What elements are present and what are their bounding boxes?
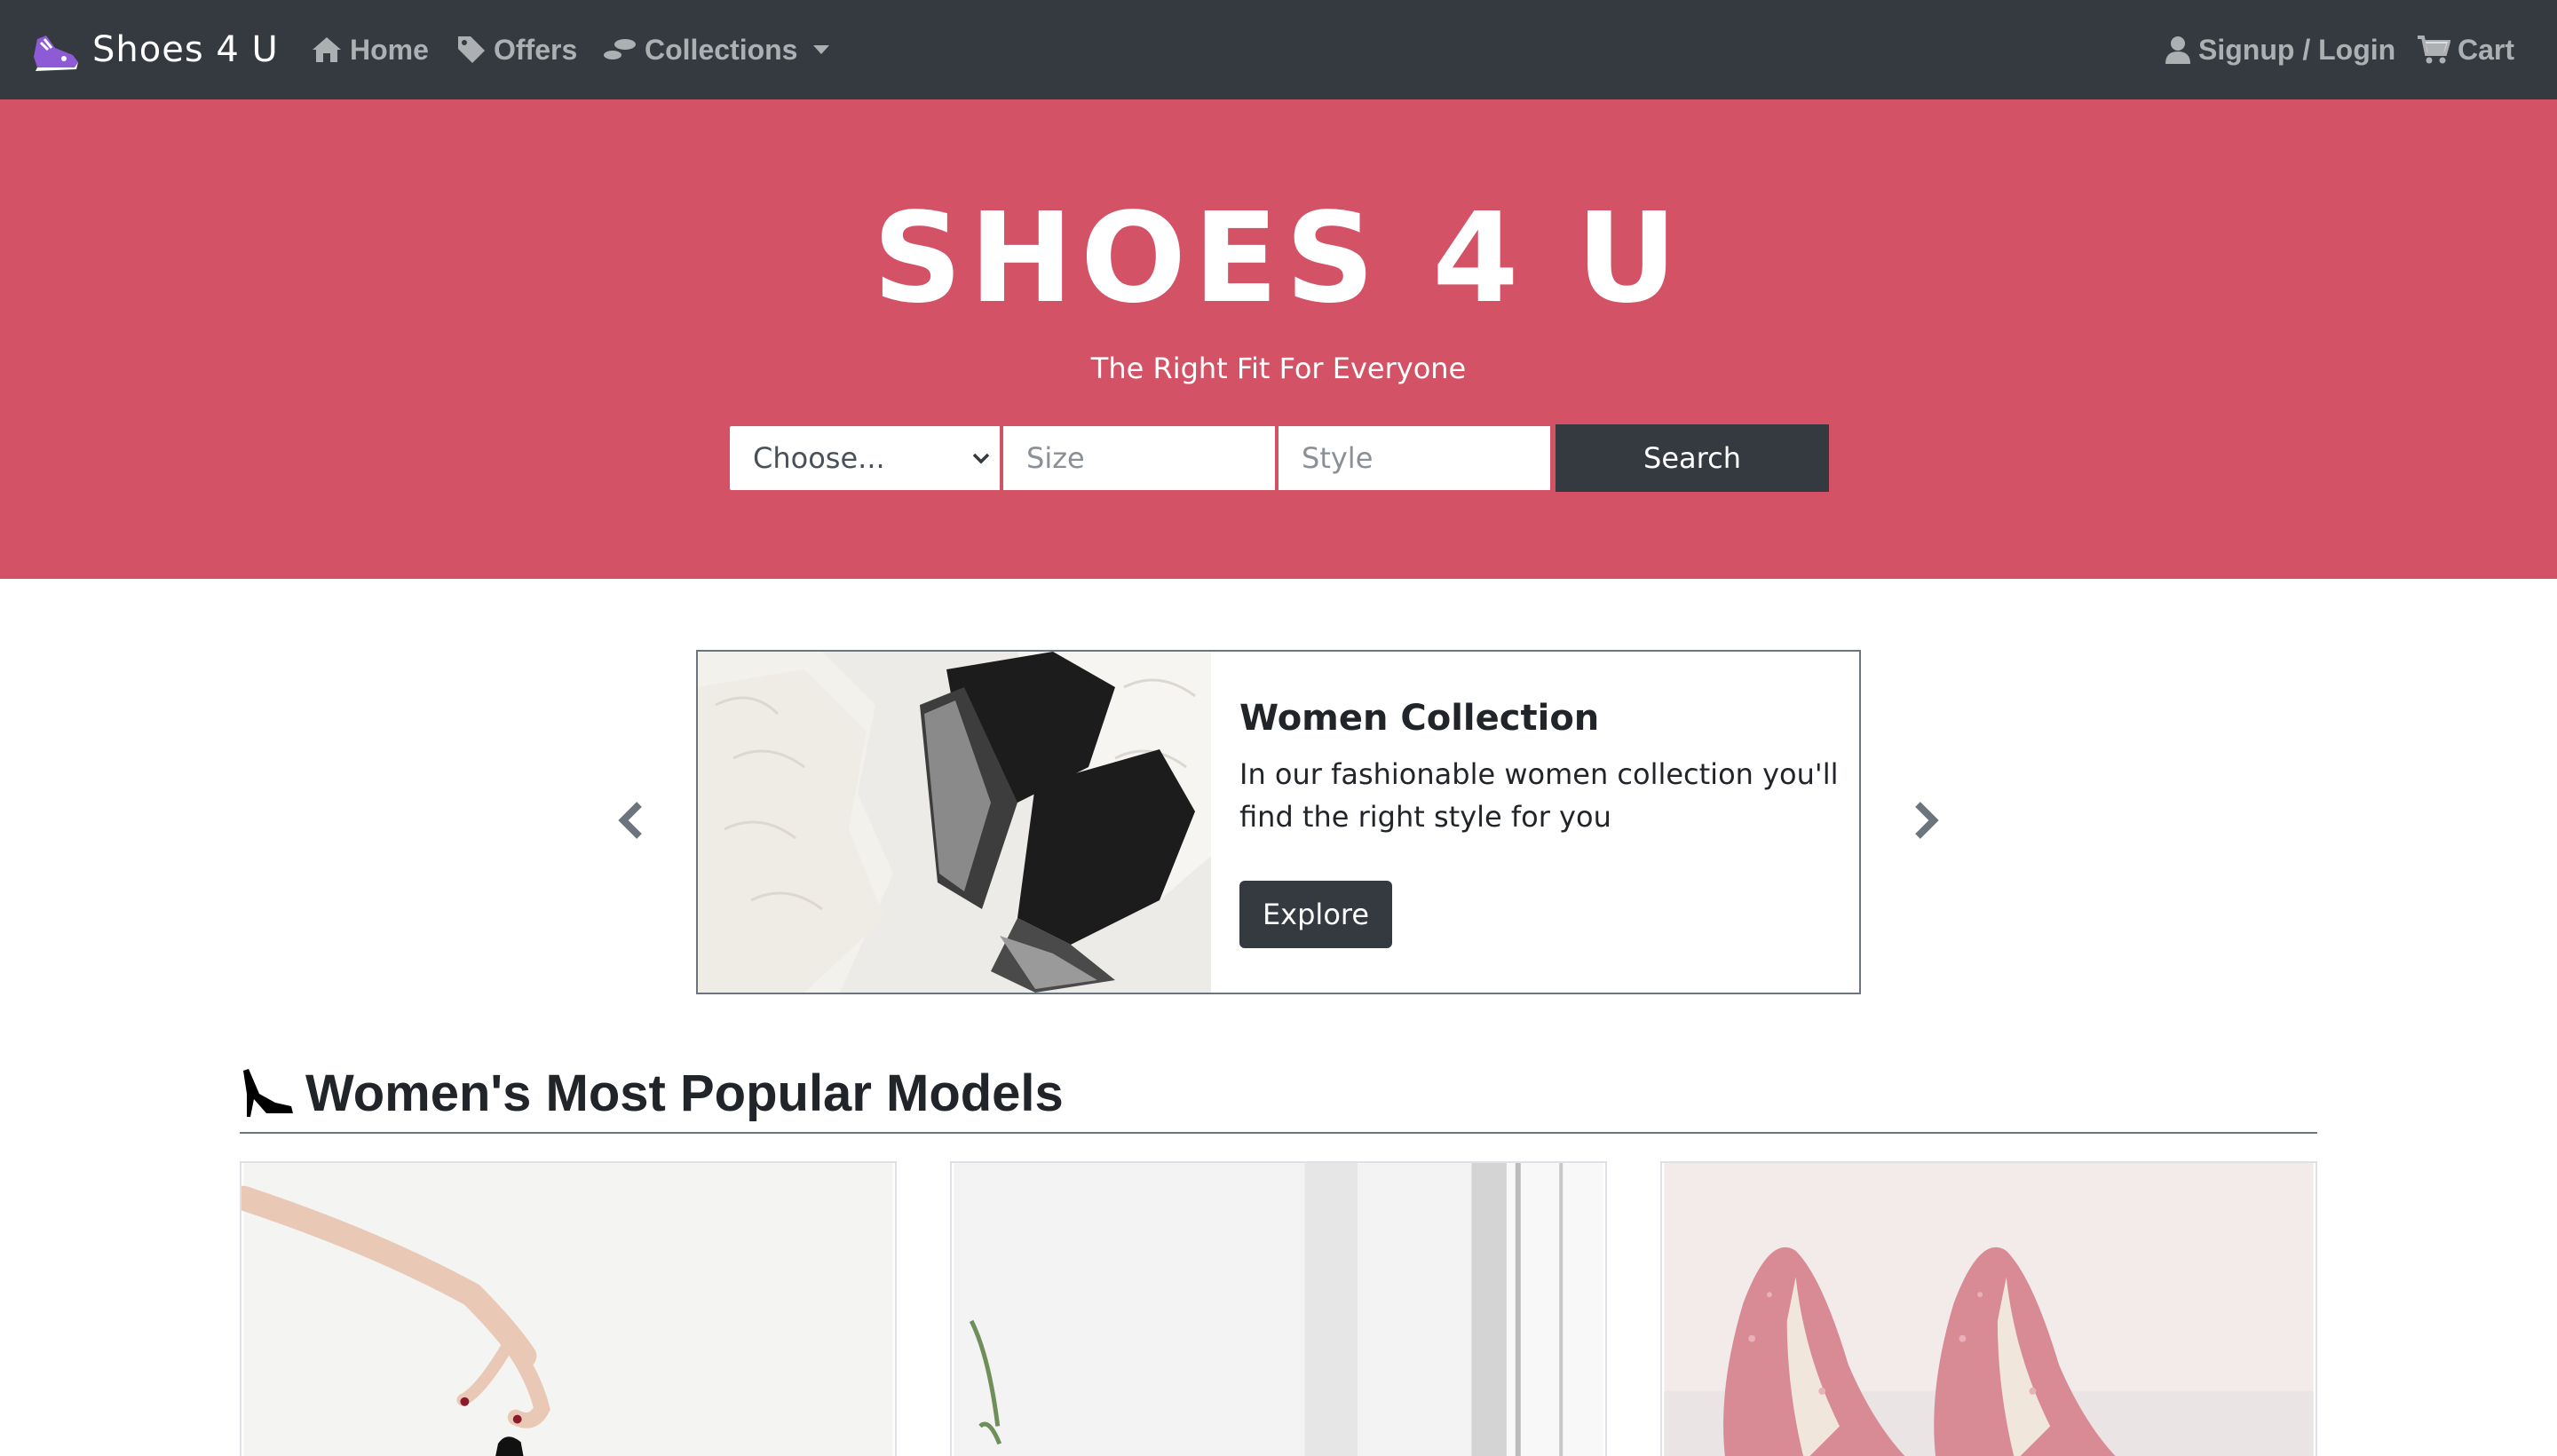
cart-icon (2418, 36, 2450, 64)
navbar: Shoes 4 U Home Offers Collections Signup… (0, 0, 2557, 99)
popular-section-title: Women's Most Popular Models (305, 1064, 1064, 1122)
hero-subtitle: The Right Fit For Everyone (1090, 352, 1467, 385)
search-button[interactable]: Search (1556, 424, 1829, 492)
chevron-down-icon (972, 453, 990, 464)
hero-banner: SHOES 4 U The Right Fit For Everyone Cho… (0, 99, 2557, 579)
nav-cart-link[interactable]: Cart (2417, 27, 2514, 73)
home-icon (313, 37, 341, 62)
size-input[interactable]: Size (1001, 424, 1277, 492)
nav-home-label: Home (350, 33, 429, 66)
user-icon (2165, 36, 2190, 64)
nav-collections-dropdown[interactable]: Collections (602, 27, 830, 73)
product-card-image[interactable] (1660, 1161, 2317, 1456)
explore-button[interactable]: Explore (1239, 881, 1392, 948)
style-input[interactable]: Style (1277, 424, 1552, 492)
product-card-image[interactable] (950, 1161, 1607, 1456)
category-select[interactable]: Choose... (728, 424, 1001, 492)
shoe-prints-icon (604, 39, 636, 59)
style-placeholder: Style (1302, 441, 1373, 475)
nav-signup-label: Signup / Login (2198, 33, 2396, 66)
high-heel-icon (243, 1069, 293, 1117)
nav-home-link[interactable]: Home (311, 27, 429, 73)
carousel-next-icon[interactable] (1909, 799, 1944, 842)
category-select-value: Choose... (753, 441, 885, 475)
product-card-image[interactable] (240, 1161, 897, 1456)
carousel-description: In our fashionable women collection you'… (1239, 757, 1839, 834)
nav-signup-login-link[interactable]: Signup / Login (2165, 27, 2395, 73)
popular-section-header: Women's Most Popular Models (240, 1062, 1064, 1124)
chevron-down-icon (813, 45, 830, 54)
tag-icon (458, 36, 485, 63)
carousel-slide: Women Collection In our fashionable wome… (696, 650, 1861, 994)
search-form: Choose... Size Style Search (728, 424, 1829, 492)
women-collection-image (698, 652, 1211, 993)
section-divider (240, 1132, 2317, 1134)
size-placeholder: Size (1026, 441, 1085, 475)
carousel-prev-icon[interactable] (613, 799, 648, 842)
carousel-title: Women Collection (1239, 698, 1600, 739)
hero-title: SHOES 4 U (872, 186, 1685, 331)
sneaker-logo-icon (34, 36, 78, 71)
nav-offers-link[interactable]: Offers (456, 27, 577, 73)
brand-link[interactable]: Shoes 4 U (28, 21, 279, 78)
nav-offers-label: Offers (494, 33, 578, 66)
nav-cart-label: Cart (2458, 33, 2515, 66)
brand-name: Shoes 4 U (92, 29, 279, 70)
nav-collections-label: Collections (645, 33, 798, 66)
